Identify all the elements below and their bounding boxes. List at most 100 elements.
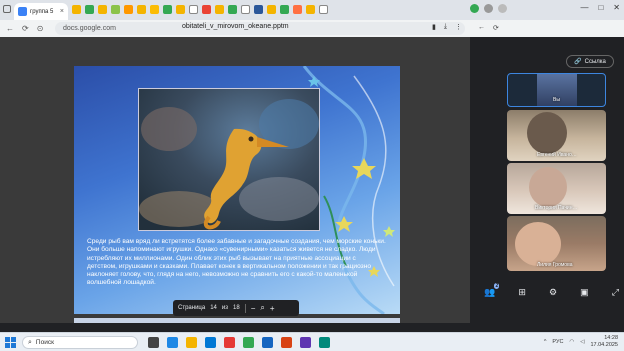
zoom-icon[interactable]: ⌕ bbox=[260, 303, 264, 313]
page-navigator: Страница 14 из 18 − ⌕ + bbox=[173, 300, 299, 316]
tab-icon[interactable] bbox=[306, 5, 315, 14]
zoom-in-button[interactable]: + bbox=[270, 304, 275, 313]
viewer-tools: ▮ ⤓ ⋮ bbox=[432, 23, 462, 31]
participant-name: Евгений Ивано… bbox=[537, 152, 577, 158]
site-info-icon[interactable]: ⊙ bbox=[37, 24, 44, 33]
edge-icon[interactable] bbox=[167, 337, 178, 348]
tab-icon[interactable] bbox=[72, 5, 81, 14]
participant-name: Лилия Громова bbox=[537, 262, 573, 268]
clock-time: 14:28 bbox=[604, 335, 618, 341]
volume-icon[interactable]: ◁ bbox=[580, 339, 584, 345]
tab-icon[interactable] bbox=[98, 5, 107, 14]
tab-close-icon[interactable]: × bbox=[60, 8, 64, 15]
taskbar: ⌕ Поиск ^ РУС ◠ ◁ 14:28 17.04.2025 bbox=[0, 332, 624, 351]
taskbar-apps bbox=[148, 337, 330, 348]
tab-icon[interactable] bbox=[215, 5, 224, 14]
store-icon[interactable] bbox=[205, 337, 216, 348]
app-icon[interactable] bbox=[224, 337, 235, 348]
tab-icon[interactable] bbox=[293, 5, 302, 14]
participant-tile[interactable]: Евгений Ивано… bbox=[507, 110, 606, 161]
second-window-tabs bbox=[470, 4, 507, 13]
start-button[interactable] bbox=[5, 337, 16, 348]
explorer-icon[interactable] bbox=[186, 337, 197, 348]
video-call-panel: 🔗 Ссылка Вы Евгений Ивано… Виктория Пачи… bbox=[470, 37, 624, 323]
close-icon[interactable]: ✕ bbox=[613, 3, 620, 12]
tab-icon[interactable] bbox=[124, 5, 133, 14]
activities-icon[interactable]: ⊞ bbox=[518, 287, 526, 298]
back-icon[interactable]: ← bbox=[6, 24, 14, 33]
meet-tab-icon[interactable] bbox=[470, 4, 479, 13]
tab-icon[interactable] bbox=[228, 5, 237, 14]
new-tab-icon[interactable] bbox=[498, 4, 507, 13]
tab-active[interactable]: группа 5 × bbox=[14, 3, 68, 20]
divider bbox=[244, 303, 246, 313]
tab-actions-icon[interactable] bbox=[3, 5, 11, 13]
task-view-icon[interactable] bbox=[148, 337, 159, 348]
tab-icon[interactable] bbox=[163, 5, 172, 14]
participant-video bbox=[527, 112, 567, 154]
more-icon[interactable]: ⋮ bbox=[455, 23, 462, 31]
clock[interactable]: 14:28 17.04.2025 bbox=[590, 335, 618, 349]
tab-icon[interactable] bbox=[85, 5, 94, 14]
copy-link-button[interactable]: 🔗 Ссылка bbox=[566, 55, 614, 68]
page-of: из bbox=[221, 305, 228, 311]
seahorse-photo bbox=[138, 88, 320, 231]
chrome-icon[interactable] bbox=[243, 337, 254, 348]
people-button[interactable]: 👥 2 bbox=[484, 282, 500, 298]
tab-icon[interactable] bbox=[241, 5, 250, 14]
tab-icon[interactable] bbox=[202, 5, 211, 14]
download-icon[interactable]: ⤓ bbox=[444, 23, 447, 31]
tray-chevron-icon[interactable]: ^ bbox=[544, 339, 547, 345]
call-controls: 👥 2 ⊞ ⚙ ▣ ⤢ bbox=[484, 282, 619, 300]
screen: группа 5 × — □ ✕ ← ⟳ ⊙ docs.google.com o… bbox=[0, 0, 624, 351]
tab-icon[interactable] bbox=[267, 5, 276, 14]
app-icon[interactable] bbox=[300, 337, 311, 348]
copy-link-label: Ссылка bbox=[584, 58, 606, 65]
participant-tile[interactable]: Виктория Пачин… bbox=[507, 163, 606, 214]
settings-icon[interactable]: ⚙ bbox=[549, 287, 557, 298]
participant-name: Виктория Пачин… bbox=[535, 205, 578, 211]
tab-favicon-icon bbox=[18, 7, 27, 16]
app-icon[interactable] bbox=[319, 337, 330, 348]
slide-body-text: Среди рыб вам вряд ли встретятся более з… bbox=[87, 238, 386, 287]
page-total: 18 bbox=[233, 305, 240, 311]
zoom-out-button[interactable]: − bbox=[251, 304, 256, 313]
tab-icon[interactable] bbox=[137, 5, 146, 14]
clock-date: 17.04.2025 bbox=[590, 342, 618, 348]
minimize-icon[interactable]: — bbox=[580, 3, 588, 12]
fullscreen-icon[interactable]: ⤢ bbox=[612, 287, 619, 298]
wifi-icon[interactable]: ◠ bbox=[569, 339, 574, 345]
taskbar-search[interactable]: ⌕ Поиск bbox=[22, 336, 138, 349]
search-label: Поиск bbox=[35, 339, 54, 346]
picture-in-picture-icon[interactable]: ▣ bbox=[580, 287, 589, 298]
document-viewer: Среди рыб вам вряд ли встретятся более з… bbox=[0, 37, 470, 323]
tab-icon[interactable] bbox=[189, 5, 198, 14]
pinned-tabs bbox=[72, 5, 328, 15]
address-bar: ← ⟳ ⊙ docs.google.com obitateli_v_mirovo… bbox=[0, 20, 470, 37]
participant-name: Вы bbox=[553, 97, 560, 103]
bookmark-icon[interactable]: ▮ bbox=[432, 23, 436, 31]
participant-tile[interactable]: Лилия Громова bbox=[507, 216, 606, 271]
reload-icon[interactable]: ⟳ bbox=[22, 24, 29, 33]
page-current[interactable]: 14 bbox=[210, 305, 217, 311]
maximize-icon[interactable]: □ bbox=[598, 3, 603, 12]
system-tray: ^ РУС ◠ ◁ 14:28 17.04.2025 bbox=[544, 335, 618, 349]
tab-title: группа 5 bbox=[30, 8, 54, 15]
back-icon[interactable]: ← bbox=[478, 24, 485, 32]
tab-icon[interactable] bbox=[254, 5, 263, 14]
tab-icon[interactable] bbox=[280, 5, 289, 14]
powerpoint-icon[interactable] bbox=[281, 337, 292, 348]
word-icon[interactable] bbox=[262, 337, 273, 348]
tab-icon[interactable] bbox=[176, 5, 185, 14]
document-title: obitateli_v_mirovom_okeane.pptm bbox=[182, 23, 289, 30]
tab-icon[interactable] bbox=[111, 5, 120, 14]
language-indicator[interactable]: РУС bbox=[552, 339, 563, 345]
presentation-slide: Среди рыб вам вряд ли встретятся более з… bbox=[74, 66, 400, 314]
reload-icon[interactable]: ⟳ bbox=[493, 24, 499, 32]
participant-tile-self[interactable]: Вы bbox=[507, 73, 606, 107]
people-count: 2 bbox=[494, 282, 500, 289]
tab-close-icon[interactable] bbox=[484, 4, 493, 13]
tab-icon[interactable] bbox=[150, 5, 159, 14]
browser-tab-strip: группа 5 × — □ ✕ bbox=[0, 0, 624, 20]
new-tab-icon[interactable] bbox=[319, 5, 328, 14]
